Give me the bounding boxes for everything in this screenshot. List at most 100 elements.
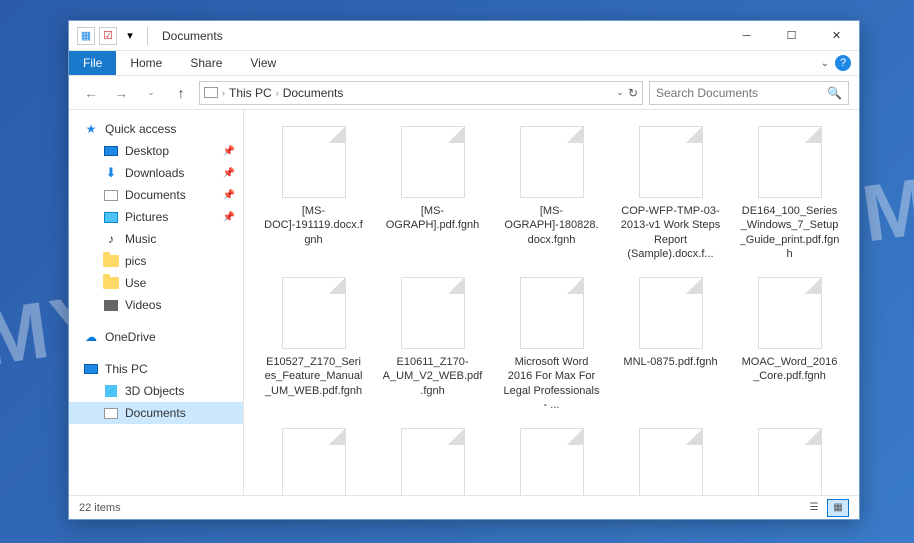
- sidebar-item-documents-pc[interactable]: Documents: [69, 402, 243, 424]
- qat-properties-icon[interactable]: ▦: [77, 27, 95, 45]
- file-item[interactable]: [732, 424, 847, 495]
- close-button[interactable]: ✕: [814, 21, 859, 50]
- statusbar: 22 items ☰ ▦: [69, 495, 859, 519]
- file-item[interactable]: [MS-DOC]-191119.docx.fgnh: [256, 122, 371, 265]
- address-bar[interactable]: › This PC › Documents ⌄ ↻: [199, 81, 643, 105]
- pc-icon: [83, 361, 99, 377]
- folder-icon: [103, 253, 119, 269]
- qat-dropdown-icon[interactable]: ▾: [121, 27, 139, 45]
- search-input[interactable]: [656, 86, 827, 100]
- help-icon[interactable]: ?: [835, 55, 851, 71]
- file-item[interactable]: MNL-0875.pdf.fgnh: [613, 273, 728, 416]
- file-name: E10611_Z170-A_UM_V2_WEB.pdf.fgnh: [383, 355, 483, 398]
- file-name: DE164_100_Series_Windows_7_Setup_Guide_p…: [740, 204, 840, 261]
- sidebar-item-this-pc[interactable]: This PC: [69, 358, 243, 380]
- file-item[interactable]: E10611_Z170-A_UM_V2_WEB.pdf.fgnh: [375, 273, 490, 416]
- pin-icon: 📌: [223, 190, 235, 201]
- sidebar-item-pics[interactable]: pics: [69, 250, 243, 272]
- back-button[interactable]: ←: [79, 81, 103, 105]
- maximize-button[interactable]: ☐: [769, 21, 814, 50]
- sidebar-item-downloads[interactable]: ⬇ Downloads 📌: [69, 162, 243, 184]
- refresh-icon[interactable]: ↻: [628, 86, 638, 100]
- file-item[interactable]: E10527_Z170_Series_Feature_Manual_UM_WEB…: [256, 273, 371, 416]
- file-icon: [401, 277, 465, 349]
- sidebar-item-pictures[interactable]: Pictures 📌: [69, 206, 243, 228]
- sidebar-label: Pictures: [125, 210, 168, 224]
- file-icon: [639, 428, 703, 495]
- downloads-icon: ⬇: [103, 165, 119, 181]
- file-item[interactable]: [256, 424, 371, 495]
- music-icon: ♪: [103, 231, 119, 247]
- sidebar-item-videos[interactable]: Videos: [69, 294, 243, 316]
- file-icon: [520, 277, 584, 349]
- pin-icon: 📌: [223, 212, 235, 223]
- sidebar-label: This PC: [105, 362, 148, 376]
- onedrive-icon: ☁: [83, 329, 99, 345]
- file-icon: [282, 126, 346, 198]
- explorer-window: ▦ ☑ ▾ Documents ─ ☐ ✕ File Home Share Vi…: [68, 20, 860, 520]
- sidebar-label: 3D Objects: [125, 384, 184, 398]
- file-icon: [639, 277, 703, 349]
- ribbon-expand-icon[interactable]: ⌄: [821, 58, 829, 69]
- search-icon[interactable]: 🔍: [827, 86, 842, 100]
- tab-view[interactable]: View: [236, 51, 290, 75]
- breadcrumb-root[interactable]: This PC: [229, 86, 272, 100]
- file-item[interactable]: [494, 424, 609, 495]
- documents-icon: [103, 187, 119, 203]
- qat-new-icon[interactable]: ☑: [99, 27, 117, 45]
- address-dropdown-icon[interactable]: ⌄: [616, 87, 624, 98]
- sidebar-label: Videos: [125, 298, 161, 312]
- up-button[interactable]: ↑: [169, 81, 193, 105]
- file-item[interactable]: [375, 424, 490, 495]
- titlebar: ▦ ☑ ▾ Documents ─ ☐ ✕: [69, 21, 859, 51]
- item-count: 22 items: [79, 502, 121, 514]
- videos-icon: [103, 297, 119, 313]
- breadcrumb-current[interactable]: Documents: [283, 86, 344, 100]
- file-icon: [401, 126, 465, 198]
- sidebar-label: Documents: [125, 188, 186, 202]
- file-item[interactable]: [MS-OGRAPH].pdf.fgnh: [375, 122, 490, 265]
- search-box[interactable]: 🔍: [649, 81, 849, 105]
- sidebar-label: Music: [125, 232, 156, 246]
- sidebar-item-3d-objects[interactable]: 3D Objects: [69, 380, 243, 402]
- window-title: Documents: [162, 29, 223, 43]
- view-details-button[interactable]: ☰: [803, 499, 825, 517]
- file-name: [MS-OGRAPH]-180828.docx.fgnh: [502, 204, 602, 247]
- sidebar-item-use[interactable]: Use: [69, 272, 243, 294]
- file-name: MOAC_Word_2016_Core.pdf.fgnh: [740, 355, 840, 384]
- sidebar-item-onedrive[interactable]: ☁ OneDrive: [69, 326, 243, 348]
- file-item[interactable]: COP-WFP-TMP-03-2013-v1 Work Steps Report…: [613, 122, 728, 265]
- breadcrumb-sep-icon: ›: [276, 88, 279, 98]
- pictures-icon: [103, 209, 119, 225]
- file-icon: [282, 428, 346, 495]
- file-icon: [520, 126, 584, 198]
- sidebar-label: Quick access: [105, 122, 176, 136]
- tab-home[interactable]: Home: [116, 51, 176, 75]
- desktop-icon: [103, 143, 119, 159]
- documents-icon: [103, 405, 119, 421]
- file-item[interactable]: DE164_100_Series_Windows_7_Setup_Guide_p…: [732, 122, 847, 265]
- sidebar-label: Downloads: [125, 166, 184, 180]
- sidebar-item-quick-access[interactable]: ★ Quick access: [69, 118, 243, 140]
- minimize-button[interactable]: ─: [724, 21, 769, 50]
- sidebar-item-documents[interactable]: Documents 📌: [69, 184, 243, 206]
- file-name: [MS-OGRAPH].pdf.fgnh: [383, 204, 483, 233]
- file-icon: [758, 277, 822, 349]
- view-icons-button[interactable]: ▦: [827, 499, 849, 517]
- file-item[interactable]: [MS-OGRAPH]-180828.docx.fgnh: [494, 122, 609, 265]
- forward-button[interactable]: →: [109, 81, 133, 105]
- file-item[interactable]: Microsoft Word 2016 For Max For Legal Pr…: [494, 273, 609, 416]
- sidebar-label: pics: [125, 254, 146, 268]
- file-item[interactable]: [613, 424, 728, 495]
- sidebar-label: Documents: [125, 406, 186, 420]
- file-item[interactable]: MOAC_Word_2016_Core.pdf.fgnh: [732, 273, 847, 416]
- tab-file[interactable]: File: [69, 51, 116, 75]
- sidebar-item-music[interactable]: ♪ Music: [69, 228, 243, 250]
- file-icon: [401, 428, 465, 495]
- sidebar-item-desktop[interactable]: Desktop 📌: [69, 140, 243, 162]
- recent-dropdown-icon[interactable]: ⌄: [139, 81, 163, 105]
- tab-share[interactable]: Share: [176, 51, 236, 75]
- breadcrumb-sep-icon: ›: [222, 88, 225, 98]
- content-area[interactable]: [MS-DOC]-191119.docx.fgnh [MS-OGRAPH].pdf…: [244, 110, 859, 495]
- folder-icon: [103, 275, 119, 291]
